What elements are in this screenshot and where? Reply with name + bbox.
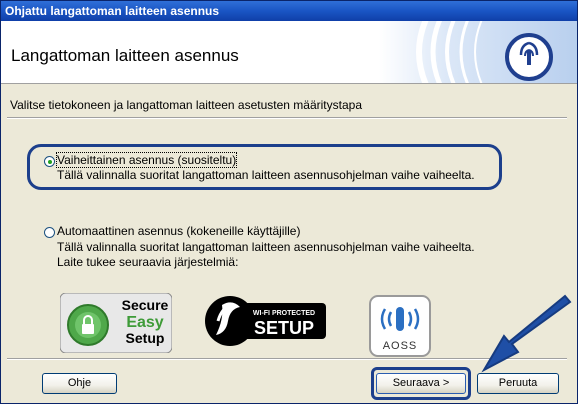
option-step-by-step-label[interactable]: Vaiheittainen asennus (suositeltu)	[55, 152, 238, 168]
wizard-header: Langattoman laitteen asennus	[1, 21, 577, 84]
page-title: Langattoman laitteen asennus	[11, 46, 239, 65]
secure-easy-setup-badge: Secure Easy Setup	[59, 292, 173, 354]
wireless-logo-icon	[379, 21, 577, 83]
padlock-icon	[67, 304, 109, 346]
divider	[7, 117, 567, 119]
help-button[interactable]: Ohje	[42, 373, 117, 394]
secure-easy-setup-text-2: Easy	[126, 314, 163, 331]
secure-easy-setup-text-3: Setup	[126, 330, 165, 346]
window-title: Ohjattu langattoman laitteen asennus	[5, 4, 220, 18]
option-automatic-description: Tällä valinnalla suoritat langattoman la…	[57, 240, 475, 254]
wps-small-text: WI-FI PROTECTED	[253, 310, 315, 317]
title-bar[interactable]: Ohjattu langattoman laitteen asennus	[1, 1, 577, 21]
aoss-text: AOSS	[383, 340, 418, 352]
radio-automatic[interactable]	[44, 227, 55, 238]
wifi-protected-setup-badge: WI-FI PROTECTED SETUP	[202, 295, 328, 347]
next-button[interactable]: Seuraava >	[376, 373, 466, 394]
option-highlight-annotation	[27, 144, 502, 190]
option-step-by-step-description: Tällä valinnalla suoritat langattoman la…	[57, 168, 475, 182]
instruction-text: Valitse tietokoneen ja langattoman laitt…	[10, 98, 362, 112]
option-automatic-label[interactable]: Automaattinen asennus (kokeneille käyttä…	[57, 224, 300, 238]
secure-easy-setup-text-1: Secure	[122, 297, 169, 313]
option-automatic-supported: Laite tukee seuraavia järjestelmiä:	[57, 255, 239, 269]
aoss-badge: AOSS	[369, 295, 431, 357]
wps-setup-text: SETUP	[254, 318, 314, 338]
setup-wizard-window: Ohjattu langattoman laitteen asennus Lan…	[0, 0, 578, 404]
pointer-arrow-icon	[481, 294, 572, 373]
radio-step-by-step[interactable]	[44, 156, 55, 167]
